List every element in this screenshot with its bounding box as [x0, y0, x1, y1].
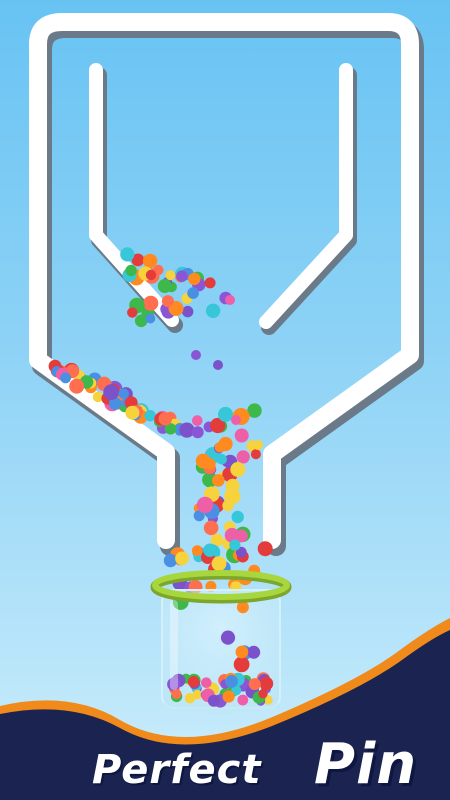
- ball: [248, 678, 261, 691]
- ball: [231, 510, 244, 524]
- ball: [213, 360, 223, 370]
- ball: [127, 307, 138, 318]
- ball: [191, 350, 201, 360]
- ball: [176, 270, 188, 283]
- ball: [231, 415, 241, 425]
- ball: [237, 694, 249, 706]
- pin-right[interactable]: [259, 63, 357, 335]
- ball: [257, 541, 273, 557]
- ball: [214, 442, 225, 453]
- ball: [158, 412, 172, 426]
- ball: [224, 488, 241, 505]
- ball: [145, 269, 157, 281]
- ball: [218, 406, 233, 422]
- ball: [192, 689, 203, 700]
- ball: [203, 520, 219, 536]
- ball: [120, 247, 135, 262]
- title-banner: Perfect Pin: [0, 710, 450, 800]
- ball: [165, 270, 176, 281]
- ball: [196, 496, 214, 514]
- ball: [222, 690, 235, 703]
- ball: [144, 410, 156, 422]
- ball: [201, 677, 212, 688]
- ball: [69, 378, 85, 394]
- ball: [188, 272, 201, 286]
- collection-cup: [150, 570, 292, 713]
- ball: [195, 453, 211, 469]
- ball: [247, 645, 261, 659]
- game-scene: [0, 13, 450, 800]
- ball: [182, 305, 194, 318]
- ball: [103, 384, 120, 401]
- ball: [125, 405, 140, 420]
- ball: [220, 630, 236, 645]
- ball: [250, 449, 261, 460]
- ball: [259, 676, 274, 691]
- title-word-perfect: Perfect: [92, 747, 262, 793]
- ball: [187, 675, 200, 688]
- ball: [235, 645, 249, 659]
- ball: [175, 551, 189, 566]
- ball: [225, 295, 235, 305]
- ball: [145, 313, 156, 324]
- ball: [142, 253, 158, 269]
- ball: [229, 539, 241, 551]
- ball: [204, 277, 216, 289]
- ball: [258, 689, 268, 699]
- ball: [236, 601, 249, 614]
- ball: [157, 279, 172, 293]
- ball: [171, 689, 182, 699]
- ball: [207, 694, 220, 707]
- ball: [118, 388, 129, 400]
- ball: [191, 426, 204, 439]
- ball: [191, 545, 203, 556]
- title-word-pin: Pin: [314, 732, 418, 797]
- ball: [225, 675, 239, 688]
- ball: [163, 553, 178, 568]
- ball: [253, 440, 263, 450]
- ball: [230, 462, 246, 477]
- ball: [233, 656, 250, 673]
- ball: [211, 556, 227, 571]
- cup-glass-shine: [170, 600, 178, 690]
- ball: [192, 415, 203, 426]
- ball: [143, 295, 159, 311]
- ball: [203, 543, 217, 557]
- ball: [60, 372, 71, 384]
- ball: [161, 295, 174, 308]
- ball: [187, 287, 199, 299]
- ball: [205, 303, 221, 318]
- ball: [212, 474, 225, 487]
- ball: [125, 264, 137, 277]
- ball: [236, 450, 250, 464]
- ball: [216, 453, 227, 465]
- ball: [234, 428, 249, 443]
